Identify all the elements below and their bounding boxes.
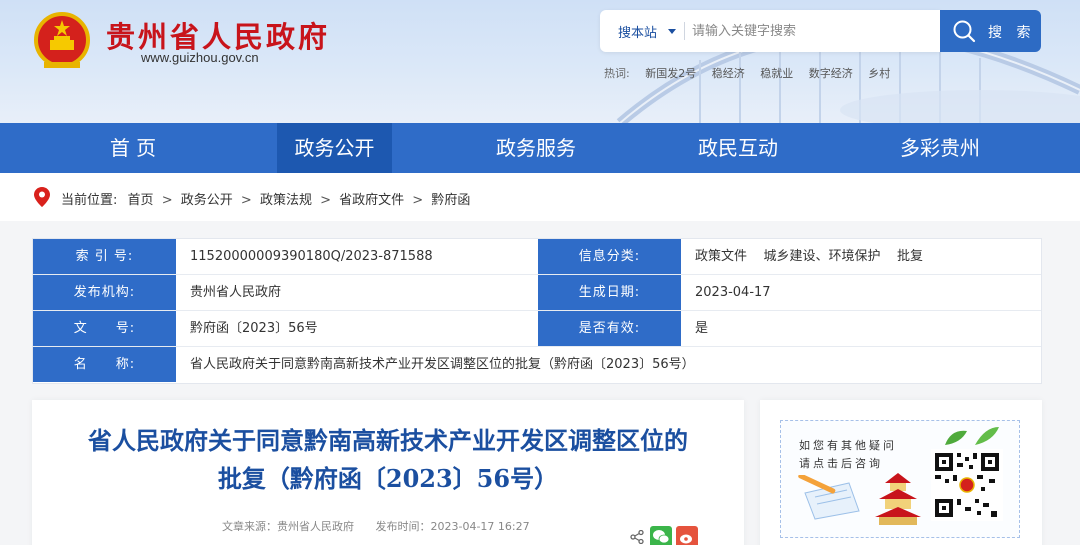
document-info-table: 索 引 号: 11520000009390180Q/2023-871588 信息… <box>32 238 1042 384</box>
consult-card[interactable]: 如您有其他疑问 请点击后咨询 <box>760 400 1042 545</box>
info-value: 11520000009390180Q/2023-871588 <box>190 249 433 264</box>
article-title: 省人民政府关于同意黔南高新技术产业开发区调整区位的 批复（黔府函〔2023〕56… <box>50 422 726 498</box>
hot-word[interactable]: 稳经济 <box>712 67 745 80</box>
consult-text-line: 如您有其他疑问 <box>799 439 897 452</box>
nav-item-government-services[interactable]: 政务服务 <box>436 123 636 173</box>
hot-words-label: 热词: <box>604 67 630 80</box>
search-box: 搜本站 <box>600 10 940 52</box>
consult-banner[interactable]: 如您有其他疑问 请点击后咨询 <box>780 420 1020 538</box>
breadcrumb-item[interactable]: 政策法规 <box>260 193 312 208</box>
pavilion-illustration <box>875 473 921 525</box>
hot-word[interactable]: 新国发2号 <box>645 67 696 80</box>
search-scope-select[interactable]: 搜本站 <box>618 22 657 41</box>
search-divider <box>684 22 685 40</box>
main-nav: 首 页 政务公开 政务服务 政民互动 多彩贵州 <box>0 123 1080 173</box>
breadcrumb-item[interactable]: 黔府函 <box>431 193 470 208</box>
leaf-decoration-icon <box>945 427 999 445</box>
info-value: 黔府函〔2023〕56号 <box>190 321 318 336</box>
info-value: 2023-04-17 <box>695 285 771 300</box>
nav-item-home[interactable]: 首 页 <box>33 123 233 173</box>
site-header: 贵州省人民政府 www.guizhou.gov.cn 搜本站 搜 索 热词: 新… <box>0 0 1080 123</box>
national-emblem-icon <box>34 12 90 68</box>
info-label: 是否有效: <box>538 311 681 346</box>
search-icon <box>953 20 976 43</box>
info-label: 发布机构: <box>33 275 176 310</box>
breadcrumb-item[interactable]: 省政府文件 <box>339 193 404 208</box>
consult-text: 如您有其他疑问 请点击后咨询 <box>799 437 897 473</box>
info-value: 政策文件 城乡建设、环境保护 批复 <box>695 249 924 264</box>
article-title-line: 批复（黔府函〔2023〕56号） <box>217 464 559 493</box>
article-time: 发布时间：2023-04-17 16:27 <box>375 520 530 533</box>
article-meta: 文章来源：贵州省人民政府 发布时间：2023-04-17 16:27 <box>222 518 548 534</box>
info-label: 索 引 号: <box>33 239 176 274</box>
breadcrumb-bar: 当前位置: 首页 > 政务公开 > 政策法规 > 省政府文件 > 黔府函 <box>0 173 1080 221</box>
info-label: 文 号: <box>33 311 176 346</box>
chevron-down-icon[interactable] <box>668 29 676 34</box>
info-label: 生成日期: <box>538 275 681 310</box>
info-label: 名 称: <box>33 347 176 382</box>
hot-word[interactable]: 稳就业 <box>760 67 793 80</box>
breadcrumb-label: 当前位置: <box>61 193 118 208</box>
article-card: 省人民政府关于同意黔南高新技术产业开发区调整区位的 批复（黔府函〔2023〕56… <box>32 400 744 545</box>
hot-words: 热词: 新国发2号 稳经济 稳就业 数字经济 乡村 <box>604 65 890 81</box>
info-row: 文 号: 黔府函〔2023〕56号 是否有效: 是 <box>33 311 1041 347</box>
article-title-line: 省人民政府关于同意黔南高新技术产业开发区调整区位的 <box>88 426 688 455</box>
hot-word[interactable]: 数字经济 <box>809 67 853 80</box>
location-pin-icon <box>34 187 50 207</box>
info-row: 名 称: 省人民政府关于同意黔南高新技术产业开发区调整区位的批复（黔府函〔202… <box>33 347 1041 383</box>
info-label: 信息分类: <box>538 239 681 274</box>
wechat-icon[interactable] <box>650 526 672 545</box>
breadcrumb-item[interactable]: 政务公开 <box>181 193 233 208</box>
breadcrumb-item[interactable]: 首页 <box>128 193 154 208</box>
info-row: 索 引 号: 11520000009390180Q/2023-871588 信息… <box>33 239 1041 275</box>
breadcrumb-separator: > <box>320 193 331 208</box>
site-url[interactable]: www.guizhou.gov.cn <box>141 50 259 65</box>
qr-code-image[interactable] <box>931 449 1003 521</box>
paper-pen-illustration <box>798 475 860 520</box>
weibo-icon[interactable] <box>676 526 698 545</box>
breadcrumb: 当前位置: 首页 > 政务公开 > 政策法规 > 省政府文件 > 黔府函 <box>61 189 470 208</box>
search-button[interactable]: 搜 索 <box>940 10 1041 52</box>
info-value: 是 <box>695 321 709 336</box>
info-value: 省人民政府关于同意黔南高新技术产业开发区调整区位的批复（黔府函〔2023〕56号… <box>190 357 695 372</box>
article-source: 文章来源：贵州省人民政府 <box>222 520 354 533</box>
nav-item-interaction[interactable]: 政民互动 <box>638 123 838 173</box>
hot-word[interactable]: 乡村 <box>868 67 890 80</box>
search-input[interactable] <box>692 18 932 44</box>
breadcrumb-separator: > <box>240 193 252 208</box>
breadcrumb-separator: > <box>412 193 424 208</box>
nav-item-colorful-guizhou[interactable]: 多彩贵州 <box>840 123 1040 173</box>
info-row: 发布机构: 贵州省人民政府 生成日期: 2023-04-17 <box>33 275 1041 311</box>
search-button-label: 搜 索 <box>988 25 1036 41</box>
nav-item-government-affairs[interactable]: 政务公开 <box>277 123 392 173</box>
share-icon[interactable] <box>630 530 644 544</box>
info-value: 贵州省人民政府 <box>190 285 282 300</box>
breadcrumb-separator: > <box>161 193 173 208</box>
